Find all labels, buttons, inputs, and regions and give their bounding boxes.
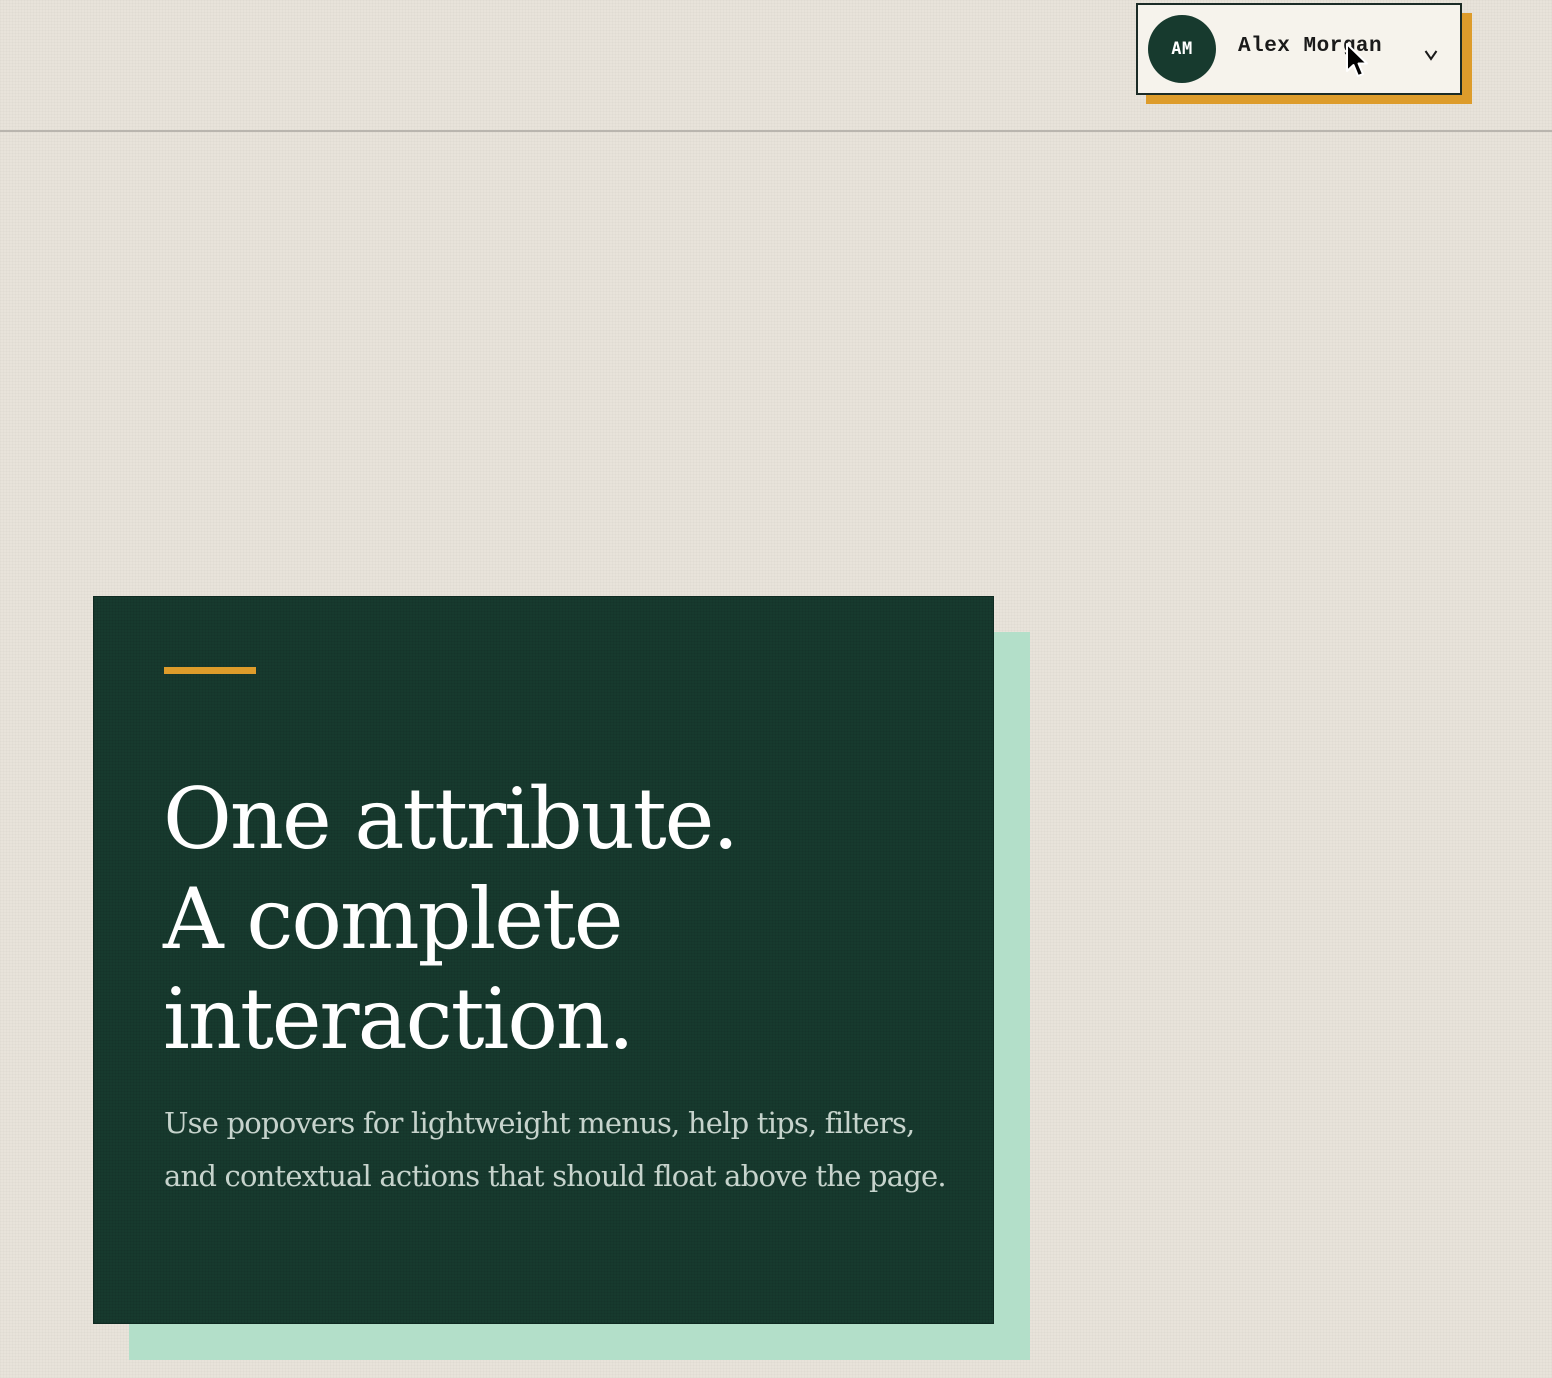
chevron-down-icon	[1424, 50, 1438, 61]
hero-title: One attribute. A complete interaction.	[163, 769, 943, 1069]
hero-title-line: One attribute.	[163, 770, 739, 868]
mouse-cursor-icon	[1346, 43, 1368, 77]
user-menu-button[interactable]: AM Alex Morgan	[1136, 3, 1462, 95]
hero-description: Use popovers for lightweight menus, help…	[164, 1106, 947, 1193]
accent-bar	[164, 667, 256, 674]
hero-title-line: A complete	[163, 870, 623, 968]
hero-title-line: interaction.	[163, 970, 635, 1068]
top-bar: AM Alex Morgan	[0, 0, 1552, 132]
hero-card: One attribute. A complete interaction. U…	[93, 596, 994, 1324]
avatar: AM	[1148, 15, 1216, 83]
